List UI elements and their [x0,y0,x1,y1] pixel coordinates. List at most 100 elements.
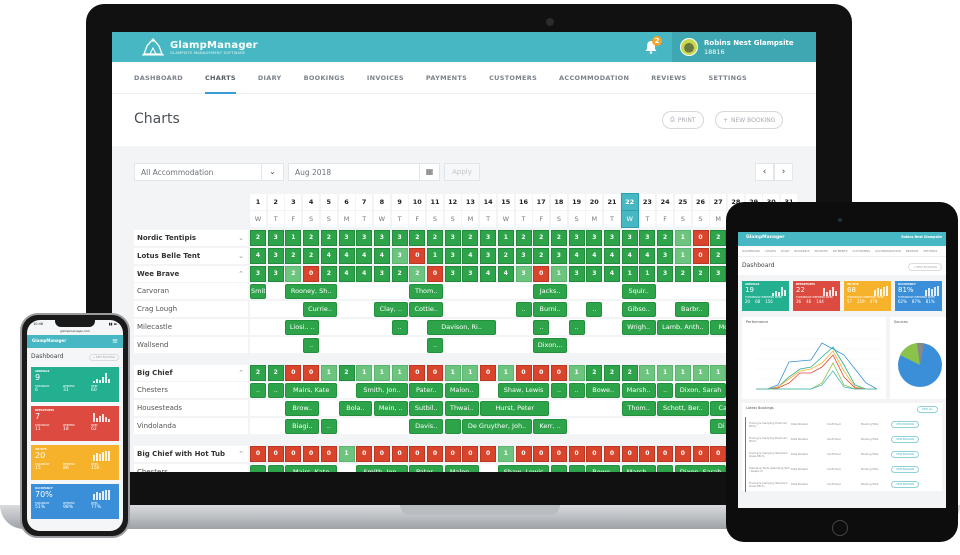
availability-cell[interactable]: 2 [533,230,550,246]
availability-cell[interactable]: 1 [639,265,656,282]
availability-cell[interactable]: 4 [373,247,390,264]
booking-block[interactable]: Malon.. [444,464,479,472]
availability-cell[interactable]: 1 [462,364,479,381]
availability-cell[interactable]: 0 [409,364,426,381]
view-booking-button[interactable]: VIEW BOOKING [891,481,920,488]
availability-cell[interactable]: 2 [621,364,638,381]
booking-block[interactable]: .. [303,337,320,353]
stat-card-on-site[interactable]: ON SITE 20 TOMORROW WEEKEND WEEK 15 86 156 [31,445,119,480]
availability-cell[interactable]: 1 [285,230,302,246]
view-booking-button[interactable]: VIEW BOOKING [891,421,920,428]
availability-cell[interactable]: 0 [480,364,497,381]
booking-block[interactable]: Davis.. [409,419,444,434]
availability-cell[interactable]: 3 [391,247,408,264]
booking-block[interactable]: Lamb, Anth.. [657,320,709,335]
booking-block[interactable] [444,419,461,434]
booking-block[interactable]: Brow.. [285,401,320,417]
availability-cell[interactable]: 0 [444,445,461,462]
availability-cell[interactable]: 0 [356,445,373,462]
booking-block[interactable]: .. [391,320,408,335]
availability-cell[interactable]: 0 [427,445,443,462]
booking-block[interactable]: .. [250,464,267,472]
availability-cell[interactable]: 1 [639,364,656,381]
availability-cell[interactable]: 2 [285,247,302,264]
availability-cell[interactable]: 0 [427,364,443,381]
availability-cell[interactable]: 0 [533,265,550,282]
booking-block[interactable]: Bola.. [338,401,373,417]
availability-cell[interactable]: 0 [515,445,532,462]
booking-block[interactable]: Clay, .. [373,302,408,318]
availability-cell[interactable]: 1 [710,364,727,381]
availability-cell[interactable]: 2 [657,230,674,246]
availability-cell[interactable]: 1 [391,364,408,381]
booking-block[interactable]: Dixon, Sarah [674,464,727,472]
booking-block[interactable]: Mairs, Kate [285,464,337,472]
nav-accommodation[interactable]: ACCOMMODATION [559,74,629,82]
calendar-icon[interactable]: ▦ [419,164,439,180]
availability-cell[interactable]: 2 [586,364,603,381]
booking-block[interactable]: Kerr, .. [533,419,568,434]
nav-payments[interactable]: PAYMENTS [426,74,467,82]
availability-cell[interactable]: 3 [568,265,585,282]
availability-cell[interactable]: 4 [480,265,497,282]
availability-cell[interactable]: 1 [427,247,443,264]
availability-cell[interactable]: 1 [550,265,567,282]
hamburger-menu-icon[interactable]: ≡ [112,337,118,346]
availability-cell[interactable]: 2 [427,230,443,246]
booking-block[interactable]: Pater.. [409,383,444,399]
availability-cell[interactable]: 2 [285,265,302,282]
tablet-nav-diary[interactable]: DIARY [781,249,789,253]
availability-cell[interactable]: 0 [550,445,567,462]
booking-block[interactable]: Thom.. [621,401,656,417]
availability-cell[interactable]: 3 [267,265,284,282]
availability-cell[interactable]: 3 [356,230,373,246]
booking-block[interactable]: Bowe.. [586,383,621,399]
availability-cell[interactable]: 0 [568,445,585,462]
booking-block[interactable]: Gibso.. [621,302,656,318]
booking-block[interactable]: De Gruyther, Joh.. [462,419,532,434]
availability-cell[interactable]: 0 [250,445,266,462]
tablet-nav-charts[interactable]: CHARTS [765,249,776,253]
user-menu[interactable]: Robins Nest Glampsite 18816 [672,32,816,62]
availability-cell[interactable]: 2 [515,230,532,246]
tablet-nav-dashboard[interactable]: DASHBOARD [742,249,760,253]
booking-block[interactable]: .. [267,383,284,399]
nav-dashboard[interactable]: DASHBOARD [134,74,183,82]
view-booking-button[interactable]: VIEW BOOKING [891,436,920,443]
booking-block[interactable]: Burni.. [533,302,568,318]
availability-cell[interactable]: 2 [409,265,426,282]
availability-cell[interactable]: 0 [285,364,302,381]
availability-cell[interactable]: 3 [515,247,532,264]
availability-cell[interactable]: 3 [444,265,461,282]
chevron-down-icon[interactable]: ⌄ [238,230,244,246]
availability-cell[interactable]: 3 [604,230,620,246]
stat-card-departures[interactable]: DEPARTURES 22 TOMORROW WEEKEND WEEK 36 46 144 [793,281,840,311]
availability-cell[interactable]: 2 [267,364,284,381]
availability-cell[interactable]: 4 [462,247,479,264]
booking-block[interactable]: .. [568,383,585,399]
apply-button[interactable]: Apply [444,163,480,181]
availability-cell[interactable]: 3 [338,230,355,246]
availability-cell[interactable]: 1 [692,364,709,381]
booking-block[interactable]: Thom.. [409,284,444,300]
availability-cell[interactable]: 0 [303,364,320,381]
availability-cell[interactable]: 0 [303,445,320,462]
availability-cell[interactable]: 3 [391,230,408,246]
availability-cell[interactable]: 2 [533,247,550,264]
chevron-up-icon[interactable]: ⌃ [238,365,244,381]
availability-cell[interactable]: 0 [391,445,408,462]
availability-cell[interactable]: 1 [373,364,390,381]
booking-block[interactable]: Shaw, Lewis [497,464,550,472]
nav-customers[interactable]: CUSTOMERS [489,74,537,82]
booking-block[interactable]: Jacks.. [533,284,568,300]
availability-cell[interactable]: 0 [480,445,497,462]
booking-block[interactable]: Liosi.. .. [285,320,320,335]
print-button[interactable]: ⎙ PRINT [662,111,704,129]
availability-cell[interactable]: 0 [692,445,709,462]
availability-cell[interactable]: 2 [250,230,266,246]
availability-cell[interactable]: 3 [568,230,585,246]
availability-cell[interactable]: 3 [462,265,479,282]
availability-cell[interactable]: 0 [710,445,727,462]
booking-block[interactable]: Malon.. [444,383,479,399]
availability-cell[interactable]: 1 [338,445,355,462]
